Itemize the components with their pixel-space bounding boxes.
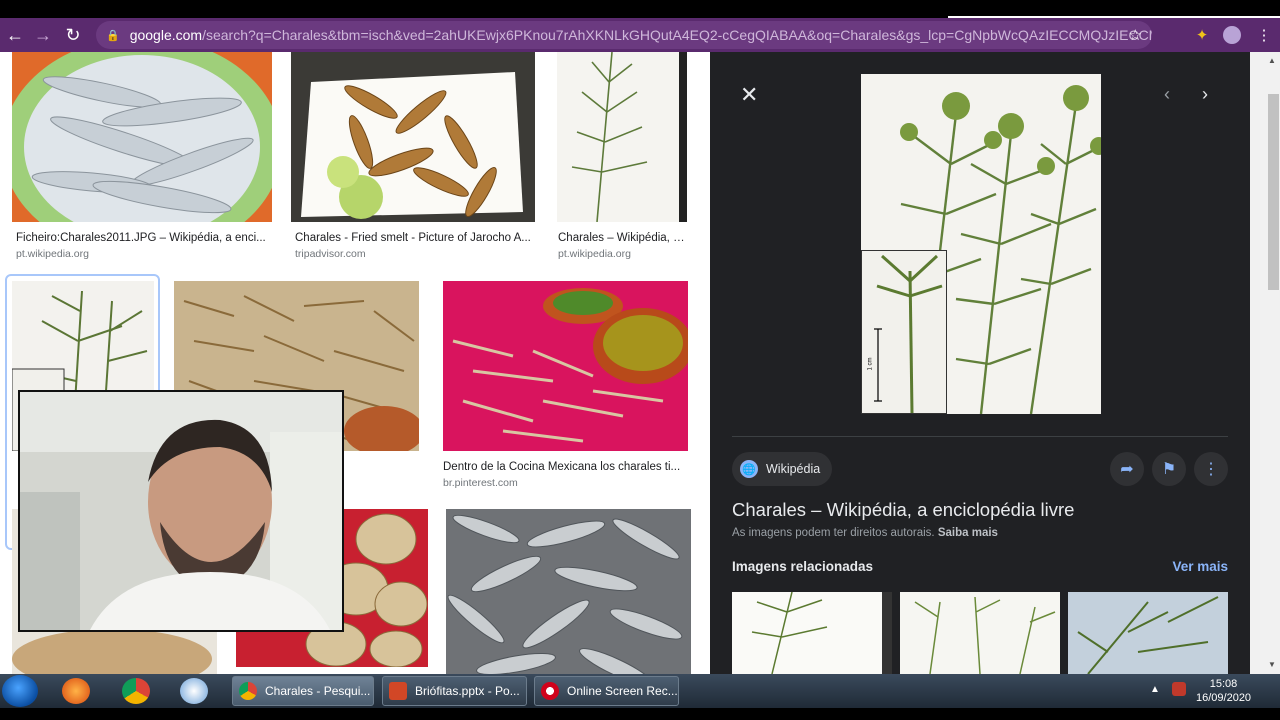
learn-more-link[interactable]: Saiba mais (938, 527, 998, 539)
address-bar[interactable]: 🔒 google.com/search?q=Charales&tbm=isch&… (96, 21, 1152, 49)
source-chip[interactable]: 🌐 Wikipédia (732, 452, 833, 486)
reload-icon[interactable]: ↻ (58, 20, 88, 50)
fish-salsa-image (443, 281, 688, 451)
inset-detail-image (862, 251, 946, 414)
bookmark-icon[interactable]: ⚑ (1152, 452, 1186, 486)
result-caption[interactable]: Ficheiro:Charales2011.JPG – Wikipédia, a… (16, 232, 272, 244)
result-caption[interactable]: Charales – Wikipédia, a... (558, 232, 688, 244)
recorder-icon (541, 682, 559, 700)
extension-puzzle-icon[interactable]: ✦ (1192, 25, 1212, 45)
start-button[interactable] (2, 675, 38, 707)
globe-icon: 🌐 (740, 460, 758, 478)
related-plant-image (1068, 592, 1228, 674)
webcam-overlay (18, 390, 344, 632)
preview-title[interactable]: Charales – Wikipédia, a enciclopédia liv… (732, 499, 1074, 521)
forward-arrow-icon[interactable]: → (28, 20, 58, 50)
preview-inset: 1 cm (861, 250, 947, 414)
menu-dots-icon[interactable]: ⋮ (1254, 25, 1274, 45)
url-path: /search?q=Charales&tbm=isch&ved=2ahUKEwj… (202, 27, 1152, 43)
image-preview-panel: ✕ ‹ › 1 cm 🌐 Wikipédia ➦ ⚑ ⋮ Charales – … (710, 52, 1250, 674)
antivirus-tray-icon[interactable] (1172, 682, 1186, 696)
url-host: google.com (129, 27, 203, 43)
related-plant-image (900, 592, 1060, 674)
result-thumbnail[interactable] (12, 52, 272, 222)
result-source: pt.wikipedia.org (558, 248, 631, 260)
tray-expand-icon[interactable]: ▲ (1150, 684, 1160, 695)
scrollbar-thumb[interactable] (1268, 94, 1279, 290)
task-label: Briófitas.pptx - Po... (415, 684, 520, 698)
scroll-down-icon[interactable]: ▼ (1268, 660, 1276, 669)
preview-image[interactable]: 1 cm (861, 74, 1101, 414)
rights-text: As imagens podem ter direitos autorais. (732, 527, 935, 539)
result-caption[interactable]: Charales - Fried smelt - Picture of Jaro… (295, 232, 535, 244)
screen-bottom-bar (0, 708, 1280, 720)
task-powerpoint[interactable]: Briófitas.pptx - Po... (382, 676, 527, 706)
share-icon[interactable]: ➦ (1110, 452, 1144, 486)
paint-icon[interactable] (180, 678, 208, 704)
bookmark-star-icon[interactable]: ☆ (1129, 26, 1142, 44)
screen-top-bar (0, 0, 1280, 19)
clock-date: 16/09/2020 (1196, 692, 1252, 704)
task-chrome[interactable]: Charales - Pesqui... (232, 676, 374, 706)
scroll-up-icon[interactable]: ▲ (1268, 56, 1276, 65)
clock-time: 15:08 (1209, 678, 1238, 690)
result-source: pt.wikipedia.org (16, 248, 89, 260)
lock-icon: 🔒 (106, 29, 120, 42)
related-heading: Imagens relacionadas (732, 559, 874, 574)
vertical-scrollbar[interactable]: ▲ ▼ (1250, 52, 1280, 674)
inset-scale-label: 1 cm (867, 357, 874, 371)
fried-fish-image (291, 52, 535, 222)
profile-avatar[interactable] (1222, 25, 1242, 45)
related-plant-image (732, 592, 892, 674)
result-thumbnail[interactable] (291, 52, 535, 222)
close-icon[interactable]: ✕ (740, 82, 758, 108)
task-label: Charales - Pesqui... (265, 684, 371, 698)
fish-pile-image (446, 509, 691, 674)
windows-taskbar: Charales - Pesqui... Briófitas.pptx - Po… (0, 674, 1280, 708)
result-source: br.pinterest.com (443, 477, 518, 489)
task-screen-recorder[interactable]: Online Screen Rec... (534, 676, 679, 706)
result-thumbnail[interactable] (443, 281, 688, 451)
chrome-icon[interactable] (122, 678, 150, 704)
previous-icon[interactable]: ‹ (1164, 84, 1170, 105)
browser-toolbar: ← → ↻ 🔒 google.com/search?q=Charales&tbm… (0, 18, 1280, 52)
presenter-video (20, 392, 342, 630)
result-thumbnail[interactable] (446, 509, 691, 674)
source-chip-label: Wikipédia (766, 462, 821, 476)
result-thumbnail[interactable] (557, 52, 687, 222)
powerpoint-icon (389, 682, 407, 700)
system-clock[interactable]: 15:08 16/09/2020 (1196, 677, 1251, 705)
related-image[interactable] (1068, 592, 1228, 674)
related-image[interactable] (732, 592, 892, 674)
see-more-link[interactable]: Ver mais (1172, 559, 1228, 574)
fish-bowl-image (12, 52, 272, 222)
next-icon[interactable]: › (1202, 84, 1208, 105)
result-caption[interactable]: Dentro de la Cocina Mexicana los charale… (443, 461, 688, 473)
related-image[interactable] (900, 592, 1060, 674)
plant-image (557, 52, 687, 222)
back-arrow-icon[interactable]: ← (0, 20, 30, 50)
more-options-icon[interactable]: ⋮ (1194, 452, 1228, 486)
panel-divider (732, 436, 1228, 437)
rights-notice: As imagens podem ter direitos autorais. … (732, 527, 998, 539)
firefox-icon[interactable] (62, 678, 90, 704)
chrome-small-icon (239, 682, 257, 700)
result-source: tripadvisor.com (295, 248, 366, 260)
task-label: Online Screen Rec... (567, 684, 678, 698)
